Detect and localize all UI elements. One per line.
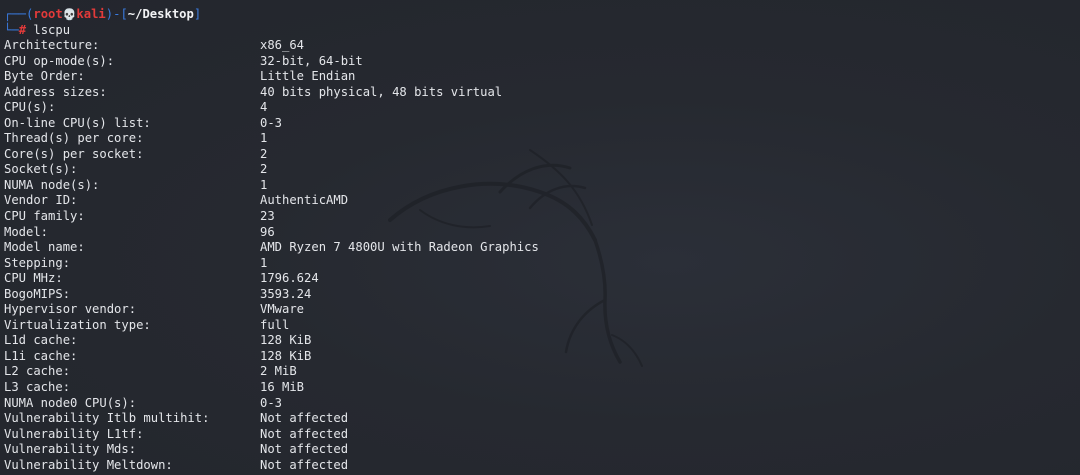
row-key: Core(s) per socket:: [4, 146, 144, 161]
row-key: L3 cache:: [4, 380, 71, 395]
row-value: 40 bits physical, 48 bits virtual: [260, 84, 503, 99]
row-key: BogoMIPS:: [4, 286, 71, 301]
output-row: CPU MHz: 1796.624: [4, 271, 1074, 287]
prompt-header: ┌──(root💀kali)-[~/Desktop]: [4, 7, 201, 23]
output-row: L2 cache: 2 MiB: [4, 364, 1074, 380]
row-key: CPU(s):: [4, 100, 56, 115]
terminal-window[interactable]: ┌──(root💀kali)-[~/Desktop] └─# lscpu Arc…: [0, 0, 1080, 475]
output-row: CPU op-mode(s): 32-bit, 64-bit: [4, 54, 1074, 70]
row-value: Not affected: [260, 457, 349, 472]
row-value: 23: [260, 209, 275, 224]
row-value: 3593.24: [260, 286, 312, 301]
output-row: Byte Order: Little Endian: [4, 69, 1074, 85]
prompt-host: kali: [76, 7, 106, 21]
row-key: Vulnerability Itlb multihit:: [4, 411, 210, 426]
row-key: Vendor ID:: [4, 193, 78, 208]
row-value: 2 MiB: [260, 364, 297, 379]
row-key: CPU op-mode(s):: [4, 53, 115, 68]
row-value: 1796.624: [260, 271, 319, 286]
row-value: 1: [260, 177, 268, 192]
row-value: 128 KiB: [260, 333, 312, 348]
row-value: AuthenticAMD: [260, 193, 349, 208]
prompt-frame-close: ]: [193, 7, 202, 21]
output-row: Vulnerability Itlb multihit: Not affected: [4, 411, 1074, 427]
row-key: Model:: [4, 224, 49, 239]
row-key: CPU family:: [4, 209, 85, 224]
row-key: NUMA node0 CPU(s):: [4, 395, 137, 410]
row-value: 96: [260, 224, 275, 239]
output-row: Vulnerability Mds: Not affected: [4, 442, 1074, 458]
output-row: Thread(s) per core: 1: [4, 131, 1074, 147]
row-value: 2: [260, 162, 268, 177]
output-row: BogoMIPS: 3593.24: [4, 287, 1074, 303]
prompt-frame-mid: )-[: [105, 7, 128, 21]
output-row: Model name: AMD Ryzen 7 4800U with Radeon…: [4, 240, 1074, 256]
row-key: Vulnerability L1tf:: [4, 426, 144, 441]
row-key: L1i cache:: [4, 348, 78, 363]
row-key: Virtualization type:: [4, 317, 151, 332]
row-key: CPU MHz:: [4, 271, 63, 286]
output-row: Stepping: 1: [4, 256, 1074, 272]
output-row: Core(s) per socket: 2: [4, 147, 1074, 163]
row-value: 32-bit, 64-bit: [260, 53, 363, 68]
row-key: Vulnerability Mds:: [4, 442, 137, 457]
row-value: 1: [260, 255, 268, 270]
prompt-symbol: #: [18, 22, 27, 37]
row-key: On-line CPU(s) list:: [4, 115, 151, 130]
output-row: CPU family: 23: [4, 209, 1074, 225]
row-key: Vulnerability Meltdown:: [4, 457, 173, 472]
output-row: L3 cache: 16 MiB: [4, 380, 1074, 396]
row-value: full: [260, 317, 290, 332]
output-row: L1i cache: 128 KiB: [4, 349, 1074, 365]
prompt-user: root: [33, 7, 63, 21]
row-value: 128 KiB: [260, 348, 312, 363]
output-row: Vulnerability L1tf: Not affected: [4, 427, 1074, 443]
row-value: 4: [260, 100, 268, 115]
output-row: L1d cache: 128 KiB: [4, 333, 1074, 349]
row-value: 1: [260, 131, 268, 146]
output-row: NUMA node(s): 1: [4, 178, 1074, 194]
command-text: lscpu: [33, 22, 71, 37]
row-key: Byte Order:: [4, 69, 85, 84]
prompt-command-line[interactable]: └─# lscpu: [4, 23, 70, 39]
row-key: Architecture:: [4, 38, 100, 52]
row-value: Not affected: [260, 442, 349, 457]
row-value: 0-3: [260, 395, 283, 410]
output-row: Architecture: x86_64: [4, 38, 1074, 54]
output-row: Address sizes: 40 bits physical, 48 bits …: [4, 85, 1074, 101]
output-row: Virtualization type: full: [4, 318, 1074, 334]
row-key: Address sizes:: [4, 84, 107, 99]
row-value: 0-3: [260, 115, 283, 130]
row-value: Not affected: [260, 426, 349, 441]
row-key: Model name:: [4, 240, 85, 255]
row-value: Little Endian: [260, 69, 356, 84]
row-key: Hypervisor vendor:: [4, 302, 137, 317]
skull-icon: 💀: [62, 8, 77, 21]
row-key: Socket(s):: [4, 162, 78, 177]
output-row: CPU(s): 4: [4, 100, 1074, 116]
row-value: 2: [260, 146, 268, 161]
prompt-cwd: ~/Desktop: [127, 7, 194, 21]
row-value: 16 MiB: [260, 380, 305, 395]
output-row: Hypervisor vendor: VMware: [4, 302, 1074, 318]
row-key: Thread(s) per core:: [4, 131, 144, 146]
row-value: Not affected: [260, 411, 349, 426]
output-row: NUMA node0 CPU(s): 0-3: [4, 396, 1074, 412]
row-value: VMware: [260, 302, 305, 317]
output-row: Socket(s): 2: [4, 162, 1074, 178]
row-key: L1d cache:: [4, 333, 78, 348]
output-row: Vendor ID: AuthenticAMD: [4, 193, 1074, 209]
prompt-frame-bottom: └─: [4, 22, 19, 37]
row-key: L2 cache:: [4, 364, 71, 379]
prompt-frame-open: ┌──(: [4, 7, 34, 21]
row-key: NUMA node(s):: [4, 177, 100, 192]
output-row: On-line CPU(s) list: 0-3: [4, 116, 1074, 132]
output-row: Vulnerability Meltdown: Not affected: [4, 458, 1074, 474]
output-row: Model: 96: [4, 225, 1074, 241]
row-value: AMD Ryzen 7 4800U with Radeon Graphics: [260, 240, 539, 255]
row-value: x86_64: [260, 38, 305, 52]
row-key: Stepping:: [4, 255, 71, 270]
lscpu-output: Architecture: x86_64 CPU op-mode(s): 32-bi…: [4, 38, 1074, 473]
